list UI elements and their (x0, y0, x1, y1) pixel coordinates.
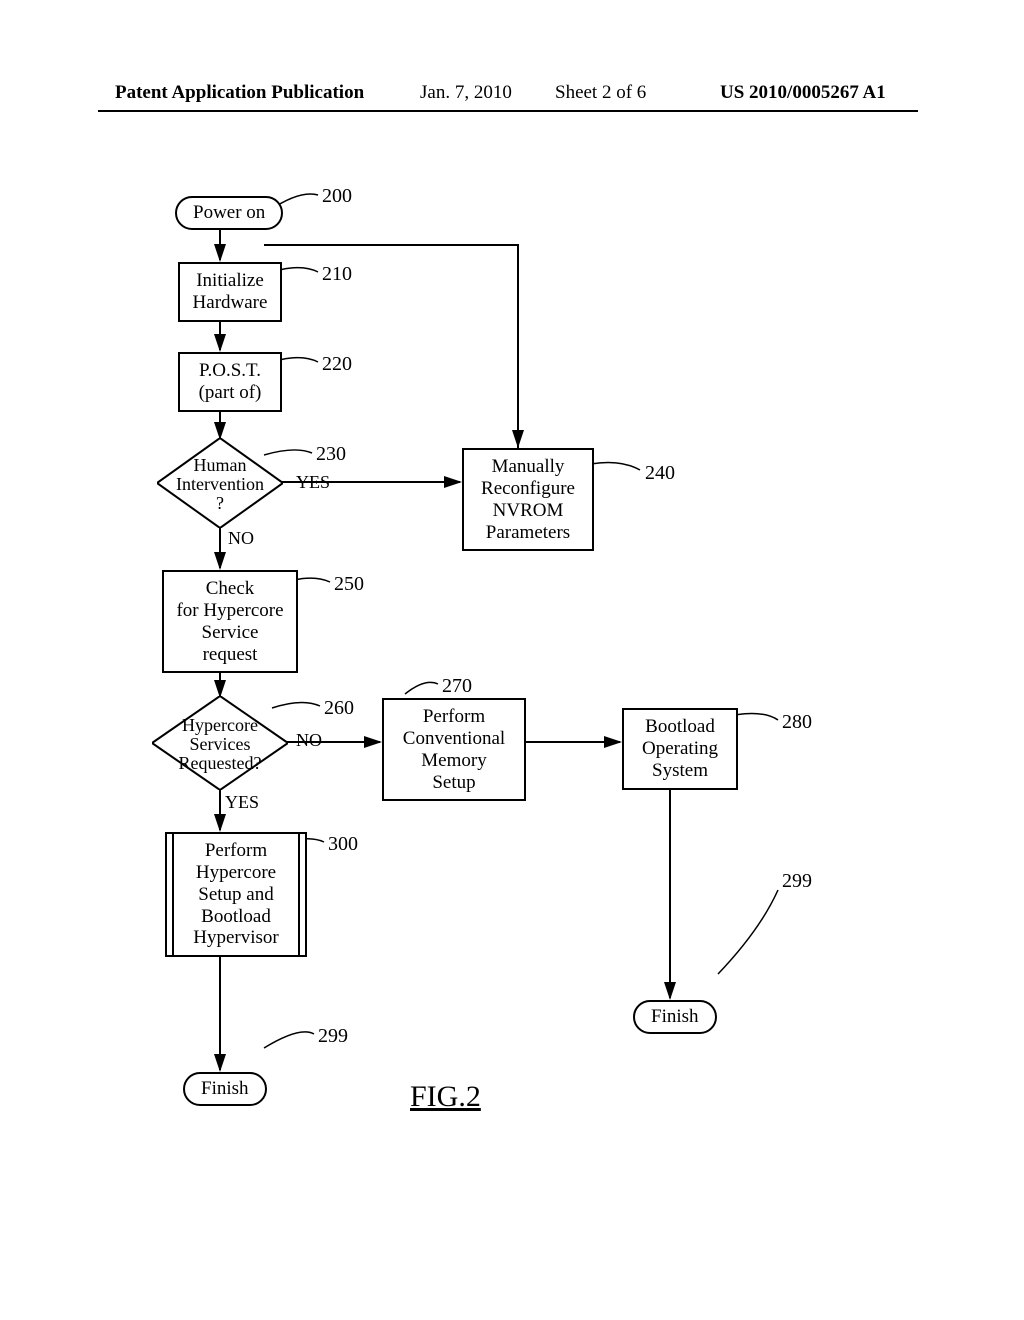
ref-230: 230 (316, 443, 346, 466)
node-finish-left: Finish (183, 1072, 267, 1106)
node-text: Check for Hypercore Service request (176, 578, 283, 665)
node-text: Bootload Operating System (642, 716, 718, 781)
ref-220: 220 (322, 353, 352, 376)
publication-number: US 2010/0005267 A1 (720, 82, 886, 104)
publication-date: Jan. 7, 2010 (420, 82, 512, 104)
label-no-260: NO (296, 730, 322, 751)
node-power-on: Power on (175, 196, 283, 230)
header-rule (98, 110, 918, 112)
node-manually-reconfigure: Manually Reconfigure NVROM Parameters (462, 448, 594, 551)
node-initialize-hardware: Initialize Hardware (178, 262, 282, 322)
node-text: Manually Reconfigure NVROM Parameters (481, 456, 575, 543)
ref-260: 260 (324, 697, 354, 720)
node-text: HumanIntervention? (157, 456, 283, 513)
node-text: Finish (651, 1006, 699, 1027)
node-hypercore-setup: Perform Hypercore Setup and Bootload Hyp… (165, 832, 307, 957)
ref-240: 240 (645, 462, 675, 485)
node-text: Finish (201, 1078, 249, 1099)
node-bootload-os: Bootload Operating System (622, 708, 738, 790)
ref-200: 200 (322, 185, 352, 208)
node-text: Initialize Hardware (193, 270, 268, 313)
figure-caption: FIG.2 (410, 1080, 481, 1114)
ref-299b: 299 (782, 870, 812, 893)
node-human-intervention: HumanIntervention? (157, 438, 283, 528)
sheet-number: Sheet 2 of 6 (555, 82, 646, 104)
node-text: Perform Hypercore Setup and Bootload Hyp… (193, 840, 278, 948)
label-no-230: NO (228, 528, 254, 549)
node-conventional-memory: Perform Conventional Memory Setup (382, 698, 526, 801)
node-hypercore-requested: HypercoreServicesRequested? (152, 696, 288, 790)
publication-type: Patent Application Publication (115, 82, 364, 104)
node-text: Perform Conventional Memory Setup (403, 706, 505, 793)
ref-299a: 299 (318, 1025, 348, 1048)
node-check-hypercore: Check for Hypercore Service request (162, 570, 298, 673)
label-yes-260: YES (225, 792, 259, 813)
ref-210: 210 (322, 263, 352, 286)
node-text: Power on (193, 202, 265, 223)
flowchart-canvas: Power on 200 Initialize Hardware 210 P.O… (0, 150, 1024, 1250)
node-text: HypercoreServicesRequested? (152, 716, 288, 773)
ref-270: 270 (442, 675, 472, 698)
label-yes-230: YES (296, 472, 330, 493)
ref-300: 300 (328, 833, 358, 856)
node-text: P.O.S.T. (part of) (199, 360, 262, 403)
node-post: P.O.S.T. (part of) (178, 352, 282, 412)
node-finish-right: Finish (633, 1000, 717, 1034)
ref-280: 280 (782, 711, 812, 734)
ref-250: 250 (334, 573, 364, 596)
